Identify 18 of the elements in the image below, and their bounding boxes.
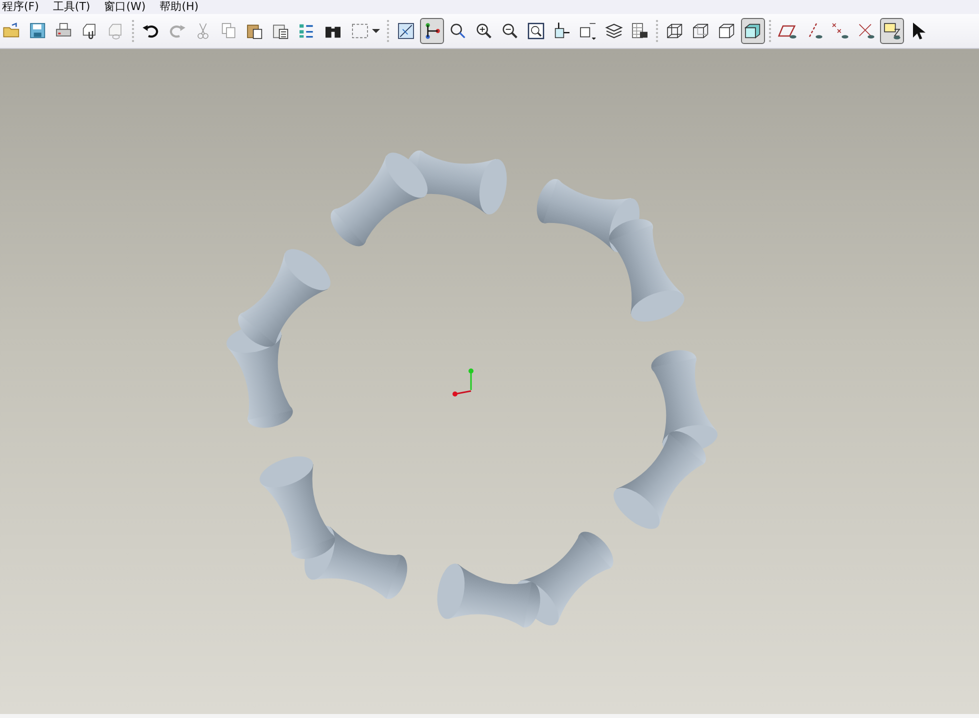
- cube-outline-icon: [717, 21, 737, 41]
- menu-item[interactable]: 工具(T): [52, 1, 90, 13]
- selection-box-icon: [350, 21, 370, 41]
- zoom-in-icon: [474, 21, 494, 41]
- toolbar-button[interactable]: [741, 18, 765, 44]
- toolbar-button[interactable]: [420, 18, 444, 44]
- caret-icon: [372, 28, 380, 34]
- menu-item[interactable]: 帮助(H): [160, 1, 199, 13]
- toolbar-button[interactable]: [880, 18, 904, 44]
- menu-item[interactable]: 窗口(W): [104, 1, 146, 13]
- layers-icon: [604, 21, 624, 41]
- zoom-fit-icon: [526, 21, 546, 41]
- coordinate-axes-icon: [452, 368, 474, 396]
- zoom-out-icon: [500, 21, 520, 41]
- hidden-line-cube-icon: [691, 21, 711, 41]
- menu-item[interactable]: 程序(F): [2, 1, 39, 13]
- shaded-cube-icon: [743, 21, 763, 41]
- wireframe-cube-icon: [665, 21, 685, 41]
